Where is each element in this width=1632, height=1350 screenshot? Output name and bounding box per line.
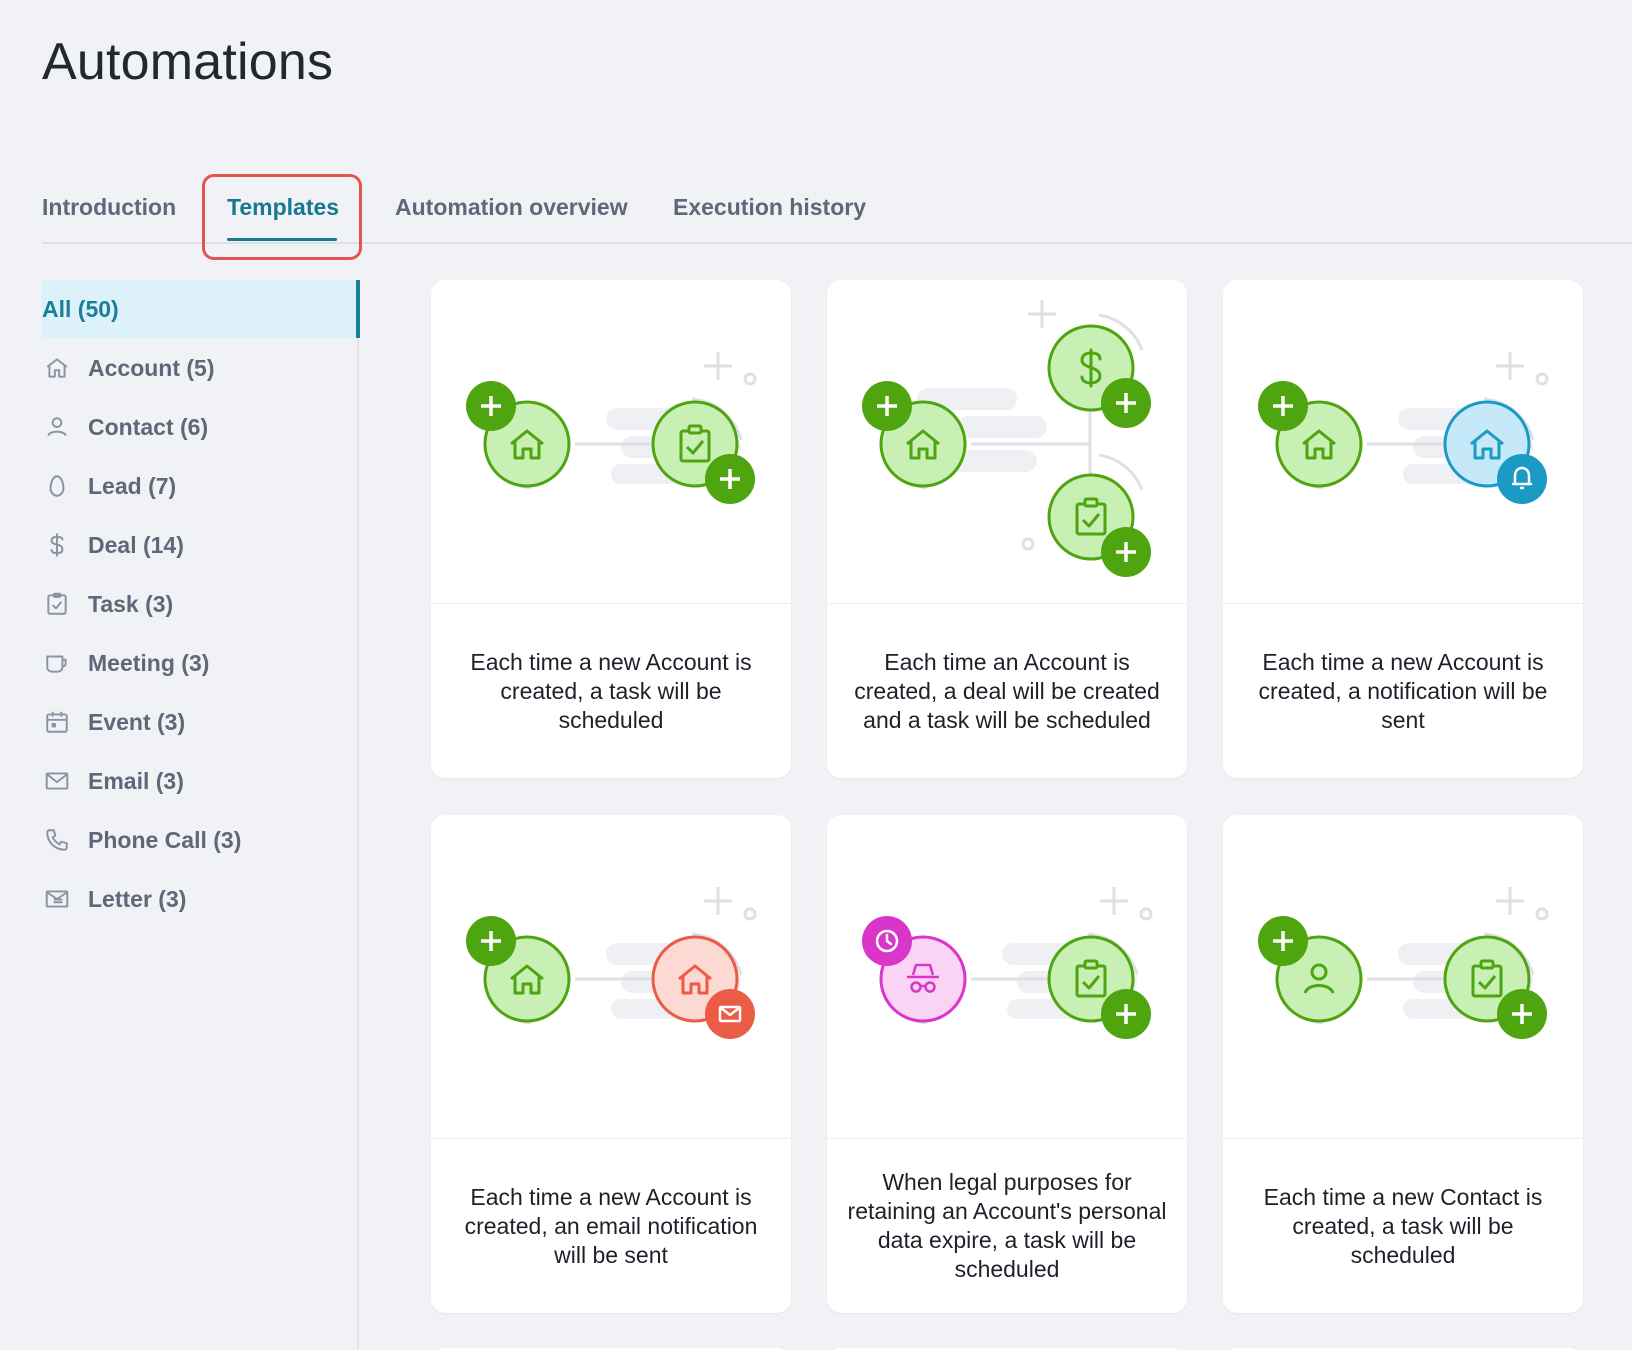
sidebar-item-label: Contact (6) <box>88 413 209 440</box>
sidebar-item-contact[interactable]: Contact (6) <box>42 398 360 456</box>
template-illustration <box>1223 280 1583 604</box>
category-sidebar: All (50) Account (5) Contact (6) Lead (7… <box>42 280 360 1350</box>
template-description: When legal purposes for retaining an Acc… <box>847 1169 1167 1282</box>
sidebar-item-meeting[interactable]: Meeting (3) <box>42 634 360 692</box>
template-illustration <box>431 280 791 604</box>
sidebar-item-all[interactable]: All (50) <box>42 280 360 338</box>
letter-icon <box>42 884 72 914</box>
template-illustration <box>827 815 1187 1139</box>
plus-icon <box>1497 989 1547 1039</box>
mug-icon <box>42 648 72 678</box>
sidebar-item-letter[interactable]: Letter (3) <box>42 870 360 928</box>
template-description: Each time a new Account is created, a ta… <box>470 648 752 733</box>
sidebar-item-lead[interactable]: Lead (7) <box>42 457 360 515</box>
template-illustration <box>827 280 1187 604</box>
user-icon <box>42 412 72 442</box>
dollar-icon <box>42 530 72 560</box>
sidebar-item-label: Account (5) <box>88 354 215 381</box>
clock-icon <box>862 916 912 966</box>
sidebar-item-label: Letter (3) <box>88 885 187 912</box>
phone-icon <box>42 825 72 855</box>
sidebar-item-label: Phone Call (3) <box>88 826 242 853</box>
template-illustration <box>1223 815 1583 1139</box>
sidebar-item-task[interactable]: Task (3) <box>42 575 360 633</box>
plus-icon <box>705 454 755 504</box>
tab-execution-history[interactable]: Execution history <box>673 194 866 221</box>
page-title: Automations <box>42 33 334 91</box>
template-description: Each time an Account is created, a deal … <box>854 648 1160 733</box>
plus-icon <box>1258 381 1308 431</box>
template-card[interactable]: When legal purposes for retaining an Acc… <box>827 815 1187 1313</box>
plus-icon <box>1101 989 1151 1039</box>
template-card[interactable]: Each time a new Account is created, an e… <box>431 815 791 1313</box>
tab-automation-overview[interactable]: Automation overview <box>395 194 628 221</box>
sidebar-item-phone-call[interactable]: Phone Call (3) <box>42 811 360 869</box>
envelope-icon <box>42 766 72 796</box>
plus-icon <box>466 916 516 966</box>
plus-icon <box>1101 527 1151 577</box>
sidebar-item-label: Lead (7) <box>88 472 177 499</box>
sidebar-item-email[interactable]: Email (3) <box>42 752 360 810</box>
home-icon <box>42 353 72 383</box>
template-card[interactable]: Each time a new Contact is created, a ta… <box>1223 815 1583 1313</box>
sidebar-item-label: Event (3) <box>88 708 186 735</box>
plus-icon <box>1101 378 1151 428</box>
tab-introduction[interactable]: Introduction <box>42 194 176 221</box>
clipboard-check-icon <box>42 589 72 619</box>
sidebar-item-label: Meeting (3) <box>88 649 210 676</box>
template-card[interactable]: Each time a new Account is created, a no… <box>1223 280 1583 778</box>
template-description: Each time a new Contact is created, a ta… <box>1263 1183 1543 1268</box>
template-illustration <box>431 815 791 1139</box>
egg-icon <box>42 471 72 501</box>
sidebar-item-event[interactable]: Event (3) <box>42 693 360 751</box>
plus-icon <box>466 381 516 431</box>
sidebar-item-label: Task (3) <box>88 590 174 617</box>
template-description: Each time a new Account is created, a no… <box>1258 648 1548 733</box>
template-description: Each time a new Account is created, an e… <box>464 1183 758 1268</box>
template-card[interactable]: Each time an Account is created, a deal … <box>827 280 1187 778</box>
bell-icon <box>1497 454 1547 504</box>
envelope-icon <box>705 989 755 1039</box>
plus-icon <box>862 381 912 431</box>
calendar-icon <box>42 707 72 737</box>
sidebar-item-label: Email (3) <box>88 767 184 794</box>
sidebar-item-label: Deal (14) <box>88 531 184 558</box>
plus-icon <box>1258 916 1308 966</box>
sidebar-item-account[interactable]: Account (5) <box>42 339 360 397</box>
templates-tab-highlight <box>202 174 362 260</box>
sidebar-item-label: All (50) <box>42 295 119 322</box>
sidebar-item-deal[interactable]: Deal (14) <box>42 516 360 574</box>
template-card[interactable]: Each time a new Account is created, a ta… <box>431 280 791 778</box>
